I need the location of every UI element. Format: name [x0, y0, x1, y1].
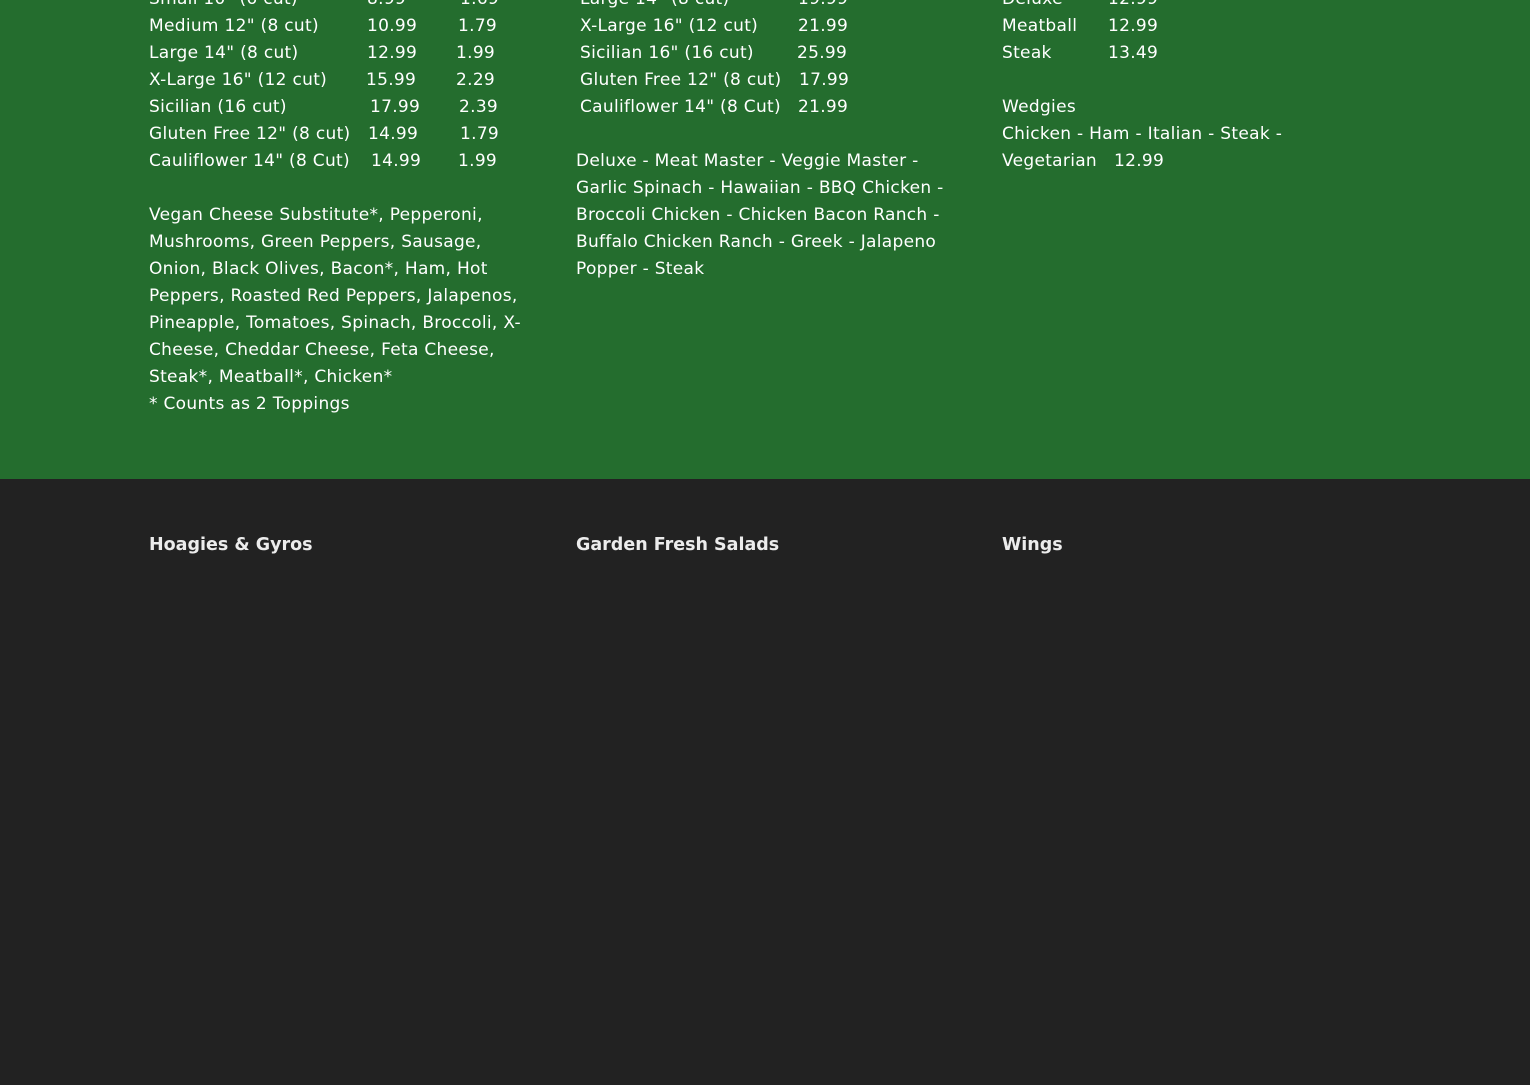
- toppings-note: * Counts as 2 Toppings: [149, 394, 350, 414]
- item-name: Vegetarian: [1002, 151, 1098, 171]
- wedgies-title: Wedgies: [1002, 97, 1076, 117]
- size-label: Gluten Free 12" (8 cut): [149, 124, 351, 144]
- price-row: Vegetarian 12.99: [1002, 148, 1302, 175]
- wedgies-varieties-row: Chicken - Ham - Italian - Steak -: [1002, 121, 1302, 148]
- price-row: Deluxe 12.99: [1002, 0, 1302, 13]
- stromboli-column: Deluxe 12.99 Meatball 12.99 Steak 13.49 …: [1002, 0, 1302, 175]
- topping-price: 1.79: [460, 124, 500, 144]
- specialty-pizza-column: Large 14" (8 cut) 19.99 X-Large 16" (12 …: [576, 0, 956, 283]
- price-value: 17.99: [370, 97, 421, 117]
- size-label: Small 10" (6 cut): [149, 0, 298, 13]
- size-label: Large 14" (8 cut): [149, 43, 299, 63]
- size-label: Large 14" (8 cut): [580, 0, 729, 13]
- price-value: 13.49: [1108, 43, 1159, 63]
- topping-price: 1.99: [456, 43, 496, 63]
- pizza-menu-section: Small 10" (6 cut) 8.99 1.69 Medium 12" (…: [0, 0, 1530, 479]
- wedgies-title-row: Wedgies: [1002, 94, 1302, 121]
- size-label: Gluten Free 12" (8 cut): [580, 70, 782, 90]
- price-value: 14.99: [371, 151, 422, 171]
- topping-price: 1.99: [458, 151, 498, 171]
- size-label: Cauliflower 14" (8 Cut): [580, 97, 781, 117]
- garden-salads-heading: Garden Fresh Salads: [576, 535, 780, 555]
- price-value: 12.99: [1114, 151, 1165, 171]
- price-value: 14.99: [368, 124, 419, 144]
- price-row: Steak 13.49: [1002, 40, 1302, 67]
- size-label: Medium 12" (8 cut): [149, 16, 319, 36]
- size-label: Sicilian 16" (16 cut): [580, 43, 754, 63]
- price-value: 8.99: [367, 0, 406, 13]
- price-row: Meatball 12.99: [1002, 13, 1302, 40]
- wings-heading: Wings: [1002, 535, 1063, 555]
- price-row: Gluten Free 12" (8 cut) 17.99: [576, 67, 956, 94]
- secondary-menu-section: [0, 479, 1530, 1085]
- size-label: X-Large 16" (12 cut): [580, 16, 759, 36]
- price-row: Gluten Free 12" (8 cut) 14.99 1.79: [149, 121, 529, 148]
- item-name: Meatball: [1002, 16, 1078, 36]
- price-row: Cauliflower 14" (8 Cut) 14.99 1.99: [149, 148, 529, 175]
- price-value: 21.99: [798, 16, 849, 36]
- price-row: Sicilian (16 cut) 17.99 2.39: [149, 94, 529, 121]
- price-row: Cauliflower 14" (8 Cut) 21.99: [576, 94, 956, 121]
- size-label: Cauliflower 14" (8 Cut): [149, 151, 350, 171]
- price-row: Medium 12" (8 cut) 10.99 1.79: [149, 13, 529, 40]
- price-row: Large 14" (8 cut) 12.99 1.99: [149, 40, 529, 67]
- topping-price: 2.29: [456, 70, 496, 90]
- topping-price: 1.79: [458, 16, 498, 36]
- price-row: X-Large 16" (12 cut) 15.99 2.29: [149, 67, 529, 94]
- price-value: 12.99: [367, 43, 418, 63]
- wedgies-varieties: Chicken - Ham - Italian - Steak -: [1002, 124, 1283, 144]
- toppings-list: Vegan Cheese Substitute*, Pepperoni, Mus…: [149, 205, 521, 387]
- price-row: Large 14" (8 cut) 19.99: [576, 0, 956, 13]
- price-value: 25.99: [797, 43, 848, 63]
- price-row: X-Large 16" (12 cut) 21.99: [576, 13, 956, 40]
- item-name: Deluxe: [1002, 0, 1063, 13]
- price-value: 15.99: [366, 70, 417, 90]
- topping-price: 2.39: [459, 97, 499, 117]
- price-value: 17.99: [799, 70, 850, 90]
- price-value: 12.99: [1108, 0, 1158, 13]
- price-value: 12.99: [1108, 16, 1159, 36]
- price-row: Small 10" (6 cut) 8.99 1.69: [149, 0, 529, 13]
- hoagies-gyros-heading: Hoagies & Gyros: [149, 535, 313, 555]
- price-row: Sicilian 16" (16 cut) 25.99: [576, 40, 956, 67]
- price-value: 21.99: [798, 97, 849, 117]
- pizza-prices-column: Small 10" (6 cut) 8.99 1.69 Medium 12" (…: [149, 0, 529, 418]
- item-name: Steak: [1002, 43, 1052, 63]
- size-label: Sicilian (16 cut): [149, 97, 287, 117]
- size-label: X-Large 16" (12 cut): [149, 70, 328, 90]
- price-value: 10.99: [367, 16, 418, 36]
- price-value: 19.99: [798, 0, 848, 13]
- topping-price: 1.69: [460, 0, 499, 13]
- specialty-varieties: Deluxe - Meat Master - Veggie Master - G…: [576, 151, 944, 279]
